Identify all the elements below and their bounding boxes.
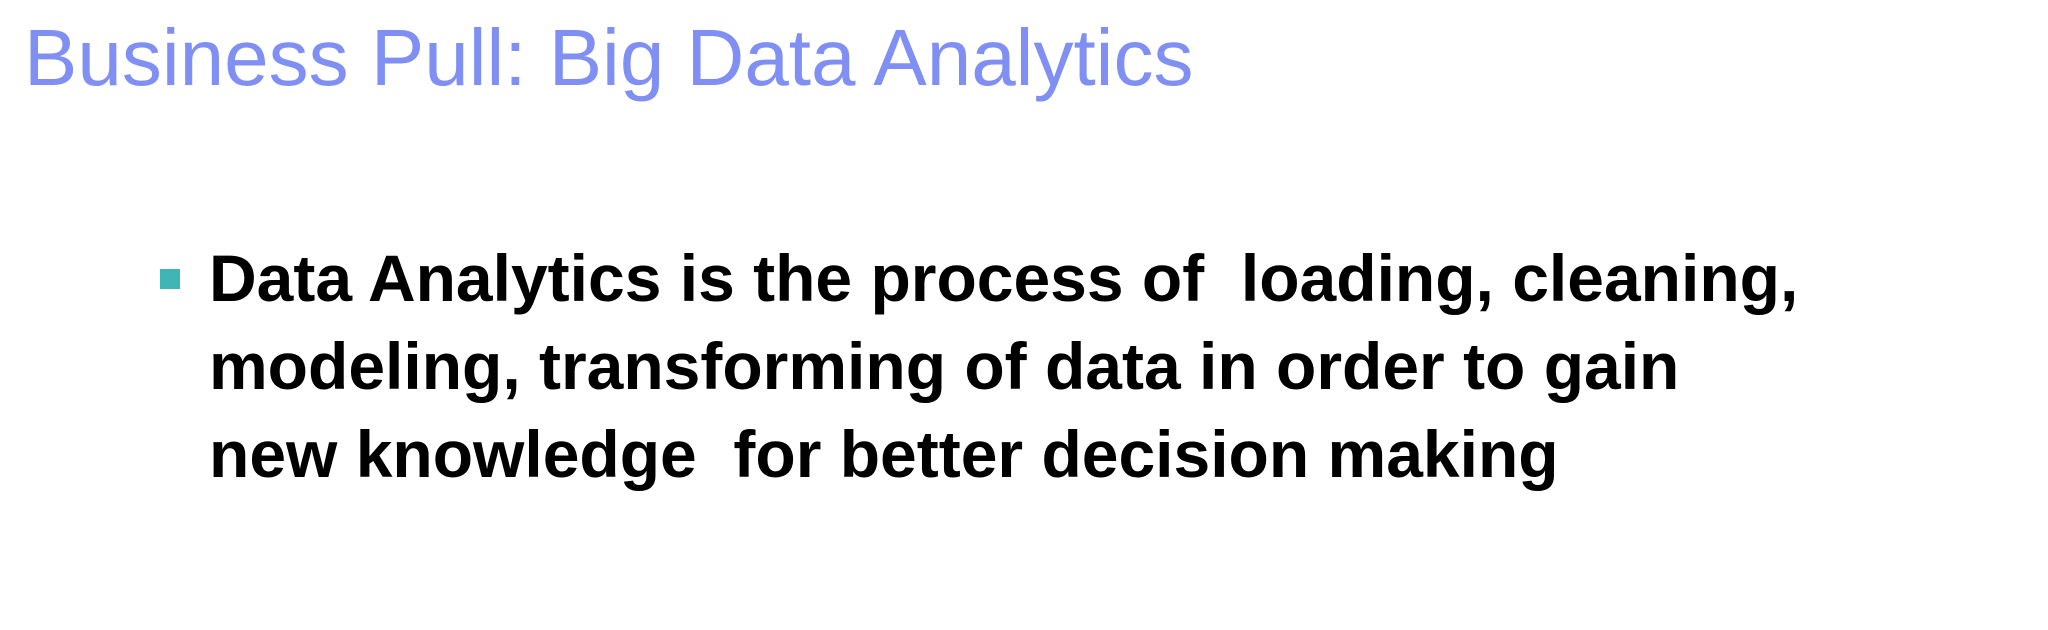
slide-title: Business Pull: Big Data Analytics xyxy=(24,13,1194,102)
slide-content: Data Analytics is the process of loading… xyxy=(160,234,2020,498)
square-bullet-icon xyxy=(160,269,180,289)
bullet-item: Data Analytics is the process of loading… xyxy=(160,234,2020,498)
bullet-text: Data Analytics is the process of loading… xyxy=(209,241,1799,491)
slide-canvas: Business Pull: Big Data Analytics Data A… xyxy=(0,0,2048,630)
